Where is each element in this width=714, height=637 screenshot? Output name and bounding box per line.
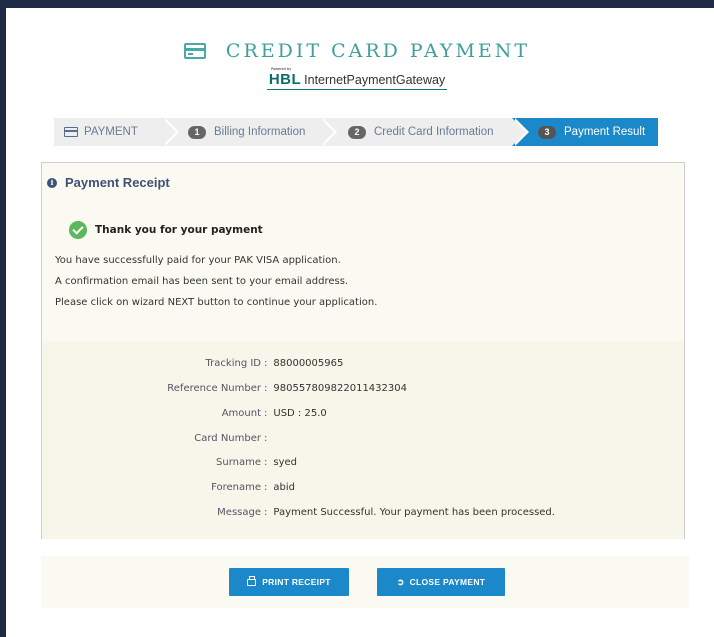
detail-label: Amount: [221, 408, 261, 419]
step-number-badge: 3: [538, 125, 556, 139]
detail-label: Forename: [211, 482, 261, 493]
receipt-panel: i Payment Receipt Thank you for your pay…: [41, 162, 685, 539]
detail-value: 88000005965: [273, 358, 344, 369]
printer-icon: [247, 575, 257, 586]
detail-separator: :: [264, 507, 268, 518]
detail-value: abid: [273, 482, 295, 493]
step-arrow: [162, 118, 176, 146]
detail-row-tracking-id: Tracking ID : 88000005965: [42, 358, 684, 369]
print-receipt-label: PRINT RECEIPT: [262, 577, 331, 587]
detail-value: Payment Successful. Your payment has bee…: [273, 507, 555, 518]
payment-card-icon: [64, 127, 78, 137]
hbl-logo: HBL InternetPaymentGateway: [0, 71, 714, 90]
step-number-badge: 1: [188, 125, 206, 139]
detail-label: Surname: [216, 457, 261, 468]
receipt-details: Tracking ID : 88000005965 Reference Numb…: [42, 341, 684, 539]
wizard-steps: PAYMENT 1 Billing Information 2 Credit C…: [54, 118, 658, 146]
step-billing-label: Billing Information: [214, 126, 306, 138]
gateway-brand: InternetPaymentGateway: [304, 73, 446, 87]
detail-separator: :: [264, 408, 268, 419]
window-top-border: [0, 0, 714, 8]
next-step-message: Please click on wizard NEXT button to co…: [55, 297, 378, 308]
close-payment-button[interactable]: ➲ CLOSE PAYMENT: [377, 568, 505, 596]
detail-value: USD : 25.0: [273, 408, 327, 419]
step-payment-result[interactable]: 3 Payment Result: [512, 118, 658, 146]
step-billing-information[interactable]: 1 Billing Information: [162, 118, 337, 146]
detail-row-message: Message : Payment Successful. Your payme…: [42, 507, 684, 518]
action-bar: PRINT RECEIPT ➲ CLOSE PAYMENT: [41, 556, 689, 608]
sign-in-icon: ➲: [396, 576, 405, 587]
detail-row-reference-number: Reference Number : 980557809822011432304: [42, 383, 684, 394]
detail-separator: :: [264, 433, 268, 444]
step-arrow: [320, 118, 334, 146]
email-confirmation-message: A confirmation email has been sent to yo…: [55, 276, 349, 287]
step-credit-card-label: Credit Card Information: [374, 126, 494, 138]
detail-label: Reference Number: [167, 383, 261, 394]
thank-you-row: Thank you for your payment: [69, 221, 263, 239]
thank-you-text: Thank you for your payment: [95, 224, 263, 236]
credit-card-icon: [183, 43, 206, 59]
detail-separator: :: [264, 383, 268, 394]
detail-label: Message: [217, 507, 261, 518]
success-message: You have successfully paid for your PAK …: [55, 255, 341, 266]
detail-label: Card Number: [194, 433, 261, 444]
detail-value: 980557809822011432304: [273, 383, 407, 394]
info-icon: i: [47, 177, 57, 188]
page-title: CREDIT CARD PAYMENT: [225, 40, 531, 62]
step-payment-label: PAYMENT: [84, 126, 138, 138]
close-payment-label: CLOSE PAYMENT: [409, 577, 486, 587]
step-payment[interactable]: PAYMENT: [54, 118, 179, 146]
step-number-badge: 2: [348, 125, 366, 139]
step-credit-card-information[interactable]: 2 Credit Card Information: [320, 118, 529, 146]
detail-row-forename: Forename : abid: [42, 482, 684, 493]
receipt-title-text: Payment Receipt: [65, 175, 170, 190]
detail-row-card-number: Card Number :: [42, 433, 684, 444]
print-receipt-button[interactable]: PRINT RECEIPT: [229, 568, 349, 596]
detail-separator: :: [264, 457, 268, 468]
step-result-label: Payment Result: [564, 126, 646, 138]
title-row: CREDIT CARD PAYMENT: [0, 40, 714, 62]
detail-value: syed: [273, 457, 298, 468]
detail-separator: :: [264, 482, 268, 493]
detail-separator: :: [264, 358, 268, 369]
step-arrow: [512, 118, 526, 146]
check-circle-icon: [69, 221, 87, 239]
hbl-logo-box: HBL InternetPaymentGateway: [266, 71, 448, 90]
detail-row-amount: Amount : USD : 25.0: [42, 408, 684, 419]
payment-header: CREDIT CARD PAYMENT Powered by HBL Inter…: [0, 40, 714, 90]
hbl-brand: HBL: [268, 71, 302, 88]
detail-label: Tracking ID: [205, 358, 261, 369]
receipt-title: i Payment Receipt: [47, 175, 170, 190]
detail-row-surname: Surname : syed: [42, 457, 684, 468]
